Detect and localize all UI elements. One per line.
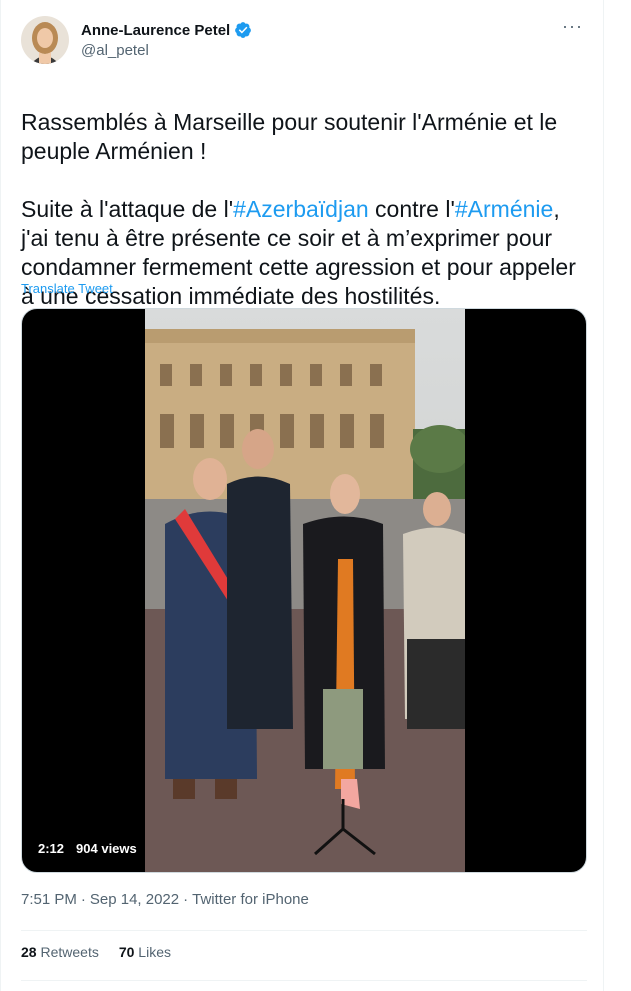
armenia-flag-icon [21, 85, 46, 102]
video-duration: 2:12 [38, 841, 65, 856]
meta-separator: · [183, 891, 189, 908]
retweets-count: 28 [21, 944, 37, 960]
tweet-date[interactable]: Sep 14, 2022 [90, 891, 179, 908]
user-handle[interactable]: @al_petel [81, 42, 149, 59]
video-frame[interactable] [145, 309, 465, 872]
video-info-badge: 2:12 904 views [32, 839, 143, 858]
likes-stat[interactable]: 70 Likes [119, 944, 171, 960]
divider [21, 930, 587, 931]
video-player[interactable]: 2:12 904 views [21, 308, 587, 873]
likes-label: Likes [138, 944, 171, 960]
hashtag-link[interactable]: #Arménie [455, 196, 553, 222]
display-name[interactable]: Anne-Laurence Petel [81, 22, 230, 39]
likes-count: 70 [118, 944, 135, 960]
tweet-metadata: 7:51 PM · Sep 14, 2022 · Twitter for iPh… [21, 891, 309, 908]
tweet-text-part: Suite à l'attaque de l' [21, 196, 234, 222]
tweet-card: Anne-Laurence Petel @al_petel ··· Rassem… [0, 0, 604, 991]
hashtag-link[interactable]: #Azerbaïdjan [233, 196, 369, 222]
tweet-text: Rassemblés à Marseille pour soutenir l'A… [21, 79, 591, 311]
video-still-image [145, 309, 465, 872]
tweet-source[interactable]: Twitter for iPhone [192, 891, 309, 908]
tweet-text-part: contre l' [368, 196, 455, 222]
video-views: 904 views [76, 841, 137, 856]
tweet-time[interactable]: 7:51 PM [21, 891, 77, 908]
tweet-header: Anne-Laurence Petel @al_petel ··· [21, 16, 587, 64]
retweets-stat[interactable]: 28 Retweets [21, 944, 99, 960]
avatar[interactable] [21, 16, 69, 64]
translate-tweet-link[interactable]: Translate Tweet [21, 281, 113, 296]
verified-badge-icon [235, 22, 252, 38]
meta-separator: · [80, 891, 86, 908]
tweet-line-1: Rassemblés à Marseille pour soutenir l'A… [21, 109, 558, 164]
tweet-stats: 28 Retweets 70 Likes [21, 944, 171, 960]
divider [21, 980, 587, 981]
more-options-icon[interactable]: ··· [562, 16, 583, 37]
retweets-label: Retweets [40, 944, 99, 960]
